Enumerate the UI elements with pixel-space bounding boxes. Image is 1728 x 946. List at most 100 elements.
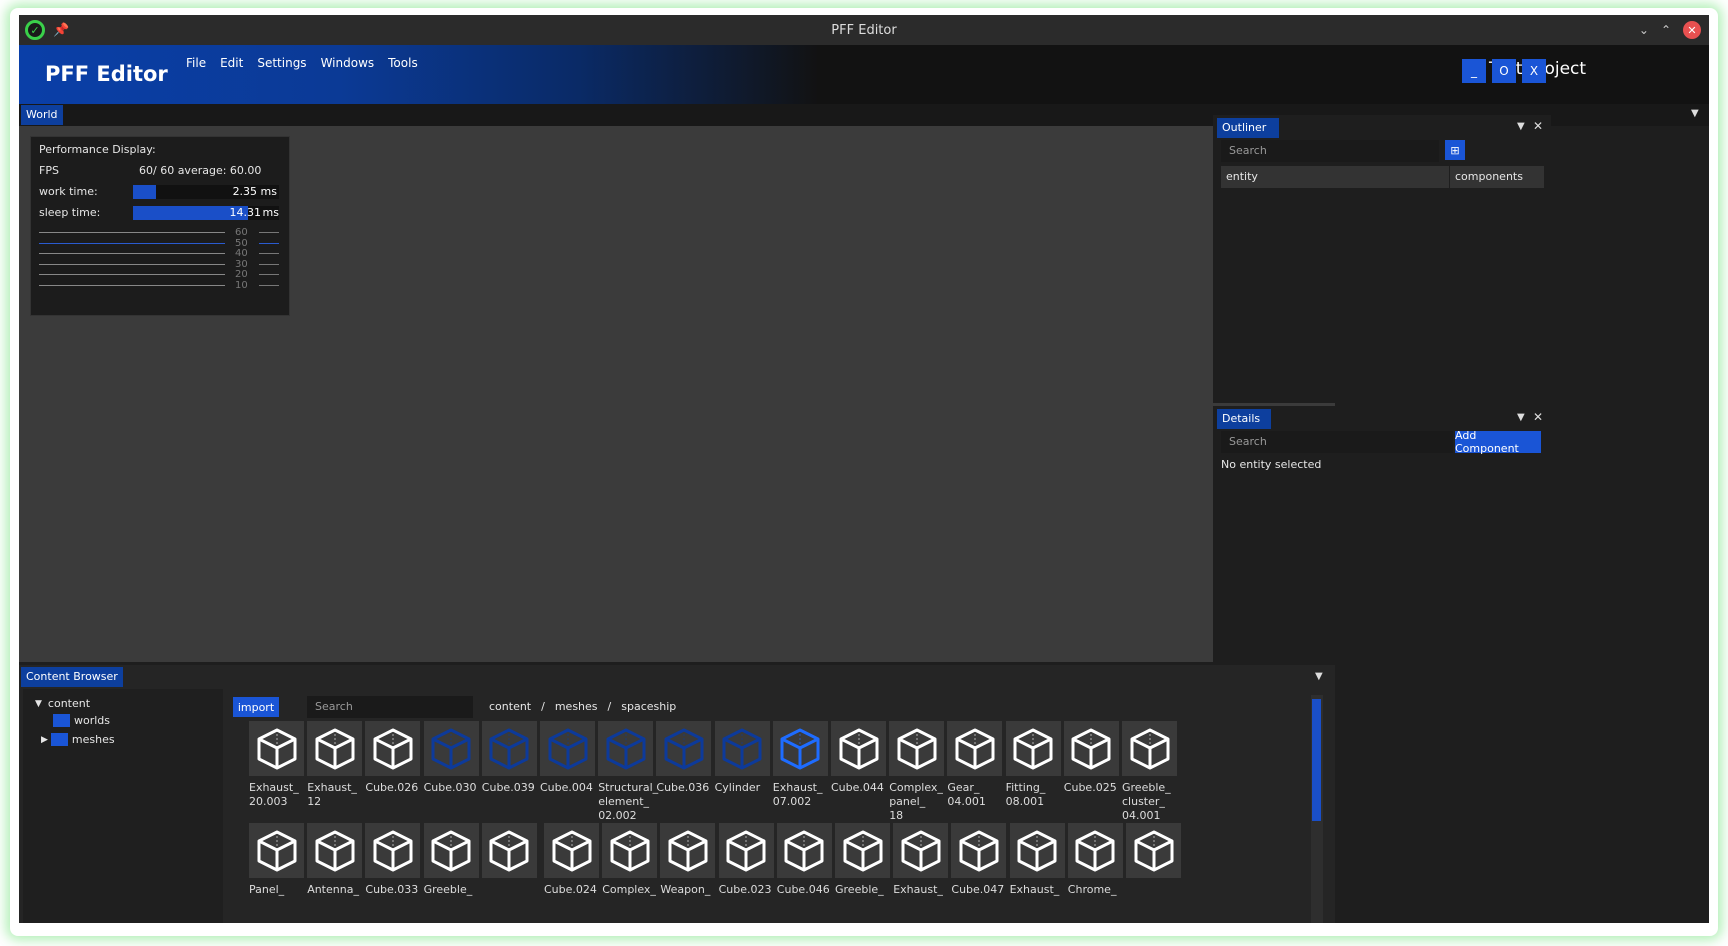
asset-scrollbar[interactable] xyxy=(1311,695,1323,923)
tree-node-worlds[interactable]: worlds xyxy=(53,714,110,727)
asset-tile[interactable]: Cube.046 xyxy=(776,823,832,897)
tree-node-meshes[interactable]: ▶ meshes xyxy=(41,733,115,746)
content-search-input[interactable]: Search xyxy=(307,696,473,718)
mesh-cube-icon xyxy=(947,721,1003,776)
asset-tile[interactable]: Cube.033 xyxy=(365,823,421,897)
breadcrumb-content[interactable]: content xyxy=(489,700,531,713)
menu-edit[interactable]: Edit xyxy=(220,56,243,70)
add-component-button[interactable]: Add Component xyxy=(1455,429,1541,455)
mesh-cube-icon xyxy=(307,721,363,776)
mesh-cube-icon xyxy=(831,721,886,776)
pin-icon[interactable]: 📌 xyxy=(53,23,69,38)
minimize-window-icon[interactable]: ⌄ xyxy=(1639,23,1649,37)
asset-tile[interactable]: Cube.044 xyxy=(831,721,886,795)
tree-label-meshes: meshes xyxy=(71,733,115,746)
tree-label-worlds: worlds xyxy=(74,714,111,727)
close-window-icon[interactable]: ✕ xyxy=(1683,21,1701,39)
details-close-icon[interactable]: ✕ xyxy=(1533,410,1543,424)
asset-tile[interactable]: Cube.004 xyxy=(540,721,595,795)
mesh-cube-icon xyxy=(660,823,716,878)
exit-button[interactable]: X xyxy=(1522,59,1546,83)
asset-tile[interactable]: Cylinder xyxy=(714,721,770,795)
asset-tile[interactable]: Greeble_ xyxy=(835,823,890,897)
graph-gridline xyxy=(39,284,225,286)
asset-tile[interactable]: Complex_ xyxy=(602,823,658,897)
graph-tick-label: 30 xyxy=(235,258,248,270)
asset-tile[interactable]: Antenna_ xyxy=(307,823,363,897)
performance-display: Performance Display: FPS 60/ 60 average:… xyxy=(30,136,290,316)
asset-label: Greeble_ xyxy=(423,883,473,896)
mesh-cube-icon xyxy=(249,823,304,878)
asset-tile[interactable]: Greeble_ cluster_ 04.001 xyxy=(1122,721,1177,823)
asset-tile[interactable]: Exhaust_ 20.003 xyxy=(249,721,304,809)
asset-tile[interactable]: Greeble_ xyxy=(423,823,479,897)
outliner-search-input[interactable]: Search xyxy=(1221,140,1439,162)
asset-label: Chrome_ xyxy=(1067,883,1117,896)
asset-tile[interactable]: Fitting_ 08.001 xyxy=(1005,721,1061,809)
breadcrumb: content / meshes / spaceship xyxy=(489,700,676,713)
asset-tile[interactable]: Exhaust_ xyxy=(1009,823,1065,897)
asset-tile[interactable] xyxy=(1126,823,1181,883)
asset-label: Structural_ element_ 02.002 xyxy=(598,781,659,822)
asset-label: Gear_ 04.001 xyxy=(947,781,986,808)
tab-world[interactable]: World xyxy=(21,105,63,125)
asset-tile[interactable]: Cube.025 xyxy=(1063,721,1119,795)
menu-settings[interactable]: Settings xyxy=(257,56,306,70)
breadcrumb-spaceship[interactable]: spaceship xyxy=(621,700,676,713)
asset-tile[interactable]: Structural_ element_ 02.002 xyxy=(598,721,659,823)
panel-options-icon[interactable]: ▼ xyxy=(1691,108,1699,119)
asset-tile[interactable]: Panel_ xyxy=(249,823,304,897)
asset-tile[interactable]: Cube.036 xyxy=(656,721,712,795)
maximize-window-icon[interactable]: ⌃ xyxy=(1661,23,1671,37)
tab-outliner[interactable]: Outliner xyxy=(1217,118,1279,138)
asset-tile[interactable]: Chrome_ xyxy=(1067,823,1123,897)
minimize-button[interactable]: _ xyxy=(1462,59,1486,83)
outliner-options-icon[interactable]: ▼ xyxy=(1517,121,1525,132)
asset-label: Cube.024 xyxy=(544,883,597,896)
work-time-value: 2.35 ms xyxy=(232,185,277,198)
asset-tile[interactable]: Complex_ panel_ 18 xyxy=(889,721,945,823)
asset-tile[interactable]: Exhaust_ 07.002 xyxy=(772,721,828,809)
asset-tile[interactable]: Cube.023 xyxy=(718,823,774,897)
add-entity-icon[interactable]: ⊞ xyxy=(1445,140,1465,160)
asset-tile[interactable]: Gear_ 04.001 xyxy=(947,721,1003,809)
world-viewport[interactable]: Performance Display: FPS 60/ 60 average:… xyxy=(19,126,1335,662)
tab-details[interactable]: Details xyxy=(1217,409,1271,429)
graph-gridline xyxy=(39,263,225,265)
content-browser-options-icon[interactable]: ▼ xyxy=(1315,671,1323,682)
asset-tile[interactable]: Weapon_ xyxy=(660,823,716,897)
menu-tools[interactable]: Tools xyxy=(388,56,418,70)
mesh-cube-icon xyxy=(893,823,949,878)
tree-node-content[interactable]: ▼ content xyxy=(35,697,90,710)
restore-button[interactable]: O xyxy=(1492,59,1516,83)
app-logo-icon[interactable]: ✓ xyxy=(25,20,45,40)
details-search-input[interactable]: Search xyxy=(1221,431,1453,453)
asset-label: Exhaust_ 07.002 xyxy=(772,781,823,808)
column-header-entity[interactable]: entity xyxy=(1221,166,1449,188)
asset-tile[interactable] xyxy=(481,823,537,883)
asset-tile[interactable]: Cube.026 xyxy=(365,721,421,795)
asset-tile[interactable]: Cube.024 xyxy=(544,823,599,897)
asset-label: Greeble_ cluster_ 04.001 xyxy=(1122,781,1171,822)
menu-windows[interactable]: Windows xyxy=(321,56,375,70)
asset-label: Antenna_ xyxy=(307,883,359,896)
collapsed-arrow-icon: ▶ xyxy=(41,734,48,745)
scrollbar-thumb[interactable] xyxy=(1312,699,1321,821)
tab-content-browser[interactable]: Content Browser xyxy=(21,667,123,687)
asset-tile[interactable]: Exhaust_ xyxy=(893,823,949,897)
asset-tile[interactable]: Cube.047 xyxy=(951,823,1007,897)
outliner-close-icon[interactable]: ✕ xyxy=(1533,119,1543,133)
asset-tile[interactable]: Cube.039 xyxy=(481,721,537,795)
menu-file[interactable]: File xyxy=(186,56,206,70)
import-button[interactable]: import xyxy=(233,697,279,717)
mesh-cube-icon xyxy=(540,721,595,776)
graph-tick-label: 40 xyxy=(235,248,248,259)
breadcrumb-meshes[interactable]: meshes xyxy=(555,700,598,713)
details-options-icon[interactable]: ▼ xyxy=(1517,412,1525,423)
asset-label: Exhaust_ 20.003 xyxy=(249,781,299,808)
asset-tile[interactable]: Cube.030 xyxy=(423,721,479,795)
asset-tile[interactable]: Exhaust_ 12 xyxy=(307,721,363,809)
breadcrumb-separator: / xyxy=(607,700,612,713)
asset-label: Cube.025 xyxy=(1063,781,1117,794)
column-header-components[interactable]: components xyxy=(1450,166,1544,188)
